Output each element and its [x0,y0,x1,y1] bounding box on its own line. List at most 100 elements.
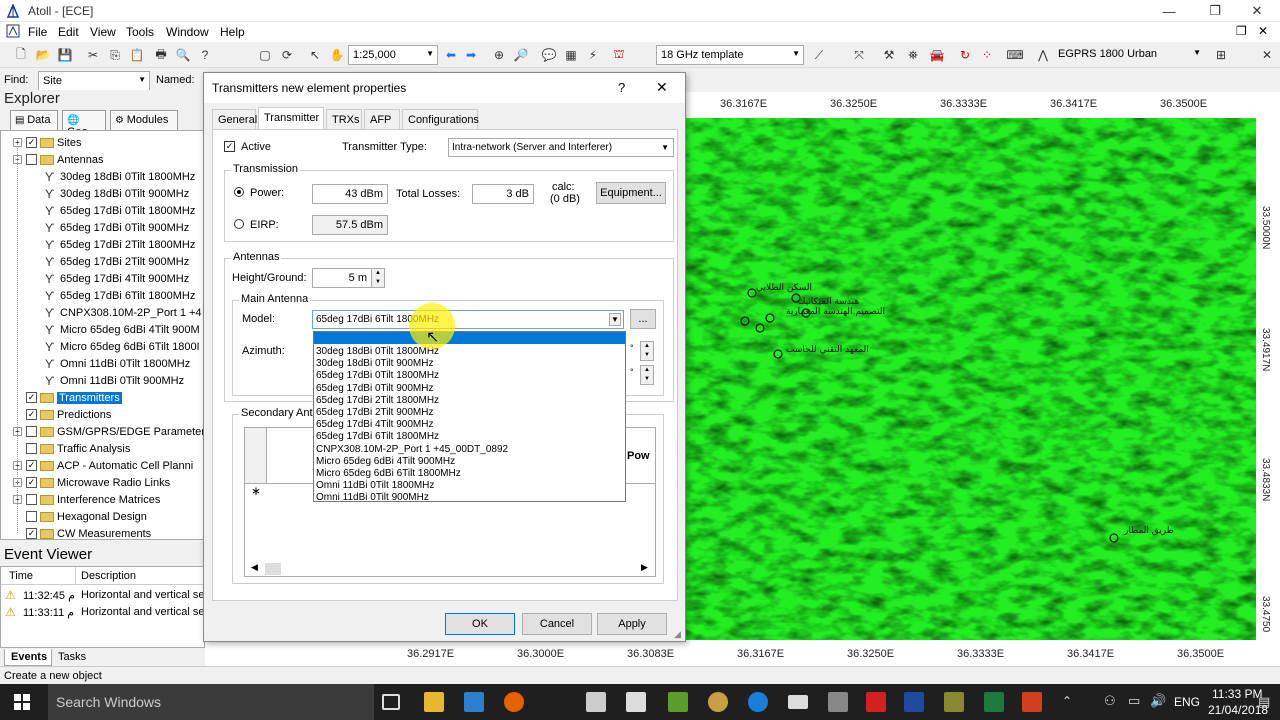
tree-checkbox[interactable]: ✓ [26,477,37,488]
menu-file[interactable]: File [28,25,47,39]
chevron-down-icon[interactable]: ▼ [609,313,621,326]
model-browse-button[interactable]: ... [630,309,656,329]
tab-transmitter[interactable]: Transmitter [258,107,324,129]
tree-checkbox[interactable]: ✓ [26,137,37,148]
active-checkbox[interactable]: ✓ [224,141,235,152]
app-icon[interactable] [1022,692,1042,712]
new-icon[interactable]: 🗋 [12,46,30,64]
tree-checkbox[interactable]: ✓ [26,460,37,471]
equipment-button[interactable]: Equipment... [596,182,666,204]
notifications-icon[interactable]: ▤ [1258,694,1270,710]
eirp-radio[interactable] [234,219,244,229]
network-app-icon[interactable] [586,692,606,712]
volume-icon[interactable]: 🔊 [1150,693,1166,709]
tree-item-antenna[interactable]: ϒ 65deg 17dBi 6Tilt 1800MHz [45,287,195,304]
tree-checkbox[interactable] [26,426,37,437]
tab-general[interactable]: General [212,109,257,129]
ok-button[interactable]: OK [445,613,515,635]
app-icon[interactable] [828,692,848,712]
site-tool-icon[interactable]: ⛫ [610,46,628,64]
tree-item-antenna[interactable]: ϒ Micro 65deg 6dBi 4Tilt 900M [45,321,200,338]
col-time[interactable]: Time [9,570,33,582]
help-icon[interactable]: ? [196,46,214,64]
apply-button[interactable]: Apply [597,613,667,635]
tree-item-folder[interactable]: − Antennas [13,151,103,168]
restore-doc-icon[interactable]: ❐ [1236,24,1247,38]
menu-help[interactable]: Help [220,25,245,39]
tray-chevron-icon[interactable]: ⌃ [1062,694,1072,708]
tab-tasks[interactable]: Tasks [58,651,86,663]
windows-start-icon[interactable] [14,694,30,710]
refresh-icon[interactable]: ⟳ [278,46,296,64]
resize-grip-icon[interactable]: ◢ [674,629,681,640]
dialog-help-button[interactable]: ? [618,80,625,95]
nodes-icon[interactable]: ⁘ [978,46,996,64]
tree-item-folder[interactable]: Traffic Analysis [13,440,130,457]
task-view-icon[interactable] [382,694,400,710]
language-indicator[interactable]: ENG [1174,695,1200,709]
mail-icon[interactable] [788,695,808,709]
tab-events[interactable]: Events [4,649,52,666]
losses-input[interactable]: 3 dB [472,184,534,204]
dropdown-option[interactable]: 30deg 18dBi 0Tilt 1800MHz [316,346,439,358]
transmitter-icon[interactable]: ⛯ [904,46,922,64]
tree-item-antenna[interactable]: ϒ 65deg 17dBi 2Tilt 1800MHz [45,236,195,253]
paste-icon[interactable]: 📋 [128,46,146,64]
tree-item-folder[interactable]: Hexagonal Design [13,508,147,525]
zoom-icon[interactable]: 🔎 [512,46,530,64]
menu-edit[interactable]: Edit [58,25,79,39]
network-icon[interactable]: ⚇ [1104,693,1116,709]
dialog-close-button[interactable]: ✕ [656,79,668,96]
tree-item-folder[interactable]: + Interference Matrices [13,491,160,508]
tx-type-combo[interactable]: Intra-network (Server and Interferer) ▼ [448,138,674,157]
power-input[interactable]: 43 dBm [312,184,388,204]
template-combo[interactable]: 18 GHz template ▼ [656,45,804,65]
select-rect-icon[interactable]: ▢ [256,46,274,64]
copy-icon[interactable]: ⎘ [106,46,124,64]
forward-arrow-icon[interactable]: ➡ [462,46,480,64]
tree-item-antenna[interactable]: ϒ Omni 11dBi 0Tilt 900MHz [45,372,184,389]
azimuth-spinner[interactable]: ▲ ▼ [640,341,654,361]
tree-item-antenna[interactable]: ϒ CNPX308.10M-2P_Port 1 +4 [45,304,202,321]
scroll-left-icon[interactable]: ◀ [251,562,258,573]
map-canvas[interactable]: السكن الطلابي المعهد التقني للحاسب طريق … [686,118,1256,640]
firefox-icon[interactable] [504,692,524,712]
dropdown-option[interactable]: Micro 65deg 6dBi 4Tilt 900MHz [316,456,455,468]
excel-icon[interactable] [984,692,1004,712]
tree-item-antenna[interactable]: ϒ 30deg 18dBi 0Tilt 900MHz [45,185,189,202]
tree-checkbox[interactable]: ✓ [26,528,37,539]
battery-icon[interactable]: ▭ [1128,693,1140,709]
tree-checkbox[interactable] [26,443,37,454]
tree-item-antenna[interactable]: ϒ 65deg 17dBi 0Tilt 1800MHz [45,202,195,219]
dropdown-option[interactable]: Micro 65deg 6dBi 6Tilt 1800MHz [316,468,461,480]
print-icon[interactable]: 🖶 [152,46,170,64]
dropdown-option[interactable]: 65deg 17dBi 0Tilt 1800MHz [316,370,439,382]
tree-item-folder[interactable]: ✓ CW Measurements [13,525,151,539]
print-preview-icon[interactable]: 🔍 [174,46,192,64]
antenna-pattern-icon[interactable]: ⋀ [1034,46,1052,64]
comment-icon[interactable]: 💬 [540,46,558,64]
layer-combo[interactable]: EGPRS 1800 Urban ▼ [1054,45,1204,65]
settings-app-icon[interactable] [708,692,728,712]
tab-modules[interactable]: ⚙ Modules [110,110,178,130]
car-icon[interactable]: 🚘 [928,46,946,64]
col-description[interactable]: Description [81,570,136,582]
tree-item-folder[interactable]: + ✓ Microwave Radio Links [13,474,170,491]
antenna-tool-icon[interactable]: ⚡ [584,46,602,64]
model-dropdown-list[interactable]: 30deg 18dBi 0Tilt 1800MHz 30deg 18dBi 0Ti… [313,331,626,504]
tab-configurations[interactable]: Configurations [402,109,479,129]
tree-item-antenna[interactable]: ϒ 65deg 17dBi 0Tilt 900MHz [45,219,189,236]
grid-icon[interactable]: ⊞ [1212,46,1230,64]
scroll-right-icon[interactable]: ▶ [641,562,648,573]
dropdown-option[interactable]: Omni 11dBi 0Tilt 900MHz [316,492,429,504]
height-spinner[interactable]: ▲ ▼ [371,268,385,288]
edge-icon[interactable] [748,692,768,712]
tree-item-folder[interactable]: + ✓ Sites [13,134,81,151]
power-radio[interactable] [234,187,244,197]
tree-item-antenna[interactable]: ϒ 30deg 18dBi 0Tilt 1800MHz [45,168,195,185]
clock-time[interactable]: 11:33 PM [1212,687,1262,701]
tree-item-antenna[interactable]: ϒ Micro 65deg 6dBi 6Tilt 1800I [45,338,200,355]
minimize-button[interactable]: — [1146,0,1192,22]
tilt-spinner[interactable]: ▲ ▼ [640,365,654,385]
dropdown-option[interactable]: 65deg 17dBi 4Tilt 900MHz [316,419,433,431]
